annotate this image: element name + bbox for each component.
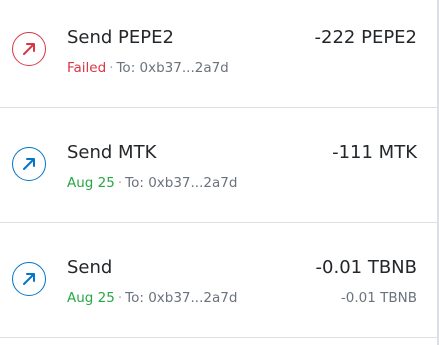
transaction-date: Aug 25 (67, 175, 115, 191)
transaction-secondary-amount: -0.01 TBNB (340, 290, 417, 306)
transaction-recipient: To: 0xb37...2a7d (116, 60, 229, 76)
transaction-row[interactable]: Send MTK Aug 25 · To: 0xb37...2a7d -111 MT… (0, 108, 437, 223)
transaction-subtitle: Aug 25 · To: 0xb37...2a7d (67, 175, 237, 191)
separator-dot: · (109, 60, 114, 76)
transaction-row[interactable]: Send Aug 25 · To: 0xb37...2a7d -0.01 TBNB … (0, 223, 437, 338)
transaction-amount: -0.01 TBNB (315, 257, 417, 278)
separator-dot: · (117, 175, 123, 191)
transaction-recipient: To: 0xb37...2a7d (125, 175, 238, 191)
transaction-list: Send PEPE2 Failed · To: 0xb37...2a7d -222 … (0, 0, 439, 345)
transaction-subtitle: Aug 25 · To: 0xb37...2a7d (67, 290, 237, 306)
send-arrow-icon (12, 262, 46, 296)
transaction-title: Send PEPE2 (67, 27, 174, 48)
send-arrow-icon (12, 32, 46, 66)
transaction-row[interactable]: Send PEPE2 Failed · To: 0xb37...2a7d -222 … (0, 0, 437, 108)
transaction-title: Send (67, 257, 113, 278)
transaction-amount: -222 PEPE2 (314, 27, 417, 48)
transaction-status: Failed (67, 60, 107, 76)
separator-dot: · (117, 290, 123, 306)
transaction-title: Send MTK (67, 142, 157, 163)
send-arrow-icon (12, 147, 46, 181)
transaction-date: Aug 25 (67, 290, 115, 306)
transaction-subtitle: Failed · To: 0xb37...2a7d (67, 60, 229, 76)
transaction-recipient: To: 0xb37...2a7d (125, 290, 238, 306)
transaction-amount: -111 MTK (332, 142, 417, 163)
